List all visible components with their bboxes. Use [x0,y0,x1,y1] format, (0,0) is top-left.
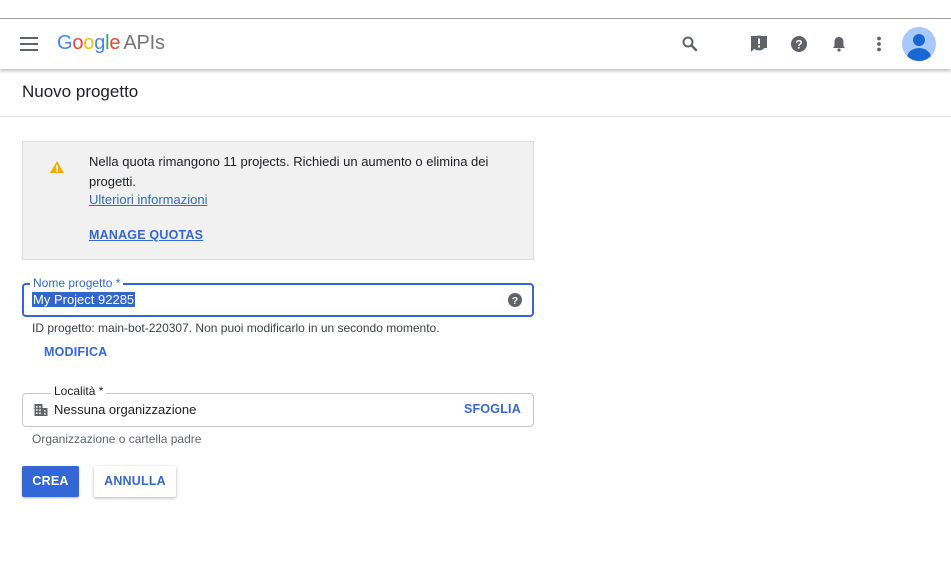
svg-text:?: ? [795,38,802,52]
search-icon[interactable] [678,32,702,56]
page-title: Nuovo progetto [22,82,139,101]
project-id-hint: ID progetto: main-bot-220307. Non puoi m… [32,321,440,335]
modify-project-id-button[interactable]: MODIFICA [44,345,107,359]
page-title-bar: Nuovo progetto [0,69,951,117]
help-icon[interactable]: ? [507,292,523,308]
location-hint: Organizzazione o cartella padre [32,432,202,446]
manage-quotas-link[interactable]: MANAGE QUOTAS [89,228,203,242]
google-apis-logo[interactable]: Google APIs [57,32,165,55]
svg-text:?: ? [512,295,518,307]
app-header: Google APIs ? [0,20,951,69]
account-avatar[interactable] [902,27,936,61]
logo-product: APIs [123,32,165,54]
quota-warning-box: Nella quota rimangono 11 projects. Richi… [22,141,534,260]
location-label: Località * [51,384,107,398]
logo-letter: G [57,32,73,54]
logo-letter: g [94,32,106,54]
logo-letter: o [83,32,95,54]
warning-icon [49,159,65,175]
quota-message: Nella quota rimangono 11 projects. Richi… [89,154,489,189]
project-name-label: Nome progetto * [30,276,124,290]
create-button[interactable]: CREA [22,466,79,497]
project-name-input[interactable]: My Project 92285 [32,292,136,307]
browser-top-strip [0,0,951,19]
menu-icon[interactable] [17,32,43,56]
cancel-button[interactable]: ANNULLA [94,466,176,497]
help-icon[interactable]: ? [787,32,811,56]
location-value: Nessuna organizzazione [54,402,197,417]
logo-letter: e [109,32,121,54]
location-field[interactable]: Località * Nessuna organizzazione SFOGLI… [22,384,534,427]
browse-button[interactable]: SFOGLIA [464,402,521,416]
feedback-icon[interactable] [747,32,771,56]
learn-more-link[interactable]: Ulteriori informazioni [89,192,207,207]
more-vert-icon[interactable] [867,32,891,56]
notifications-icon[interactable] [827,32,851,56]
building-icon [34,403,48,417]
logo-letter: o [72,32,84,54]
project-name-field[interactable]: Nome progetto * My Project 92285 ? [22,276,534,317]
